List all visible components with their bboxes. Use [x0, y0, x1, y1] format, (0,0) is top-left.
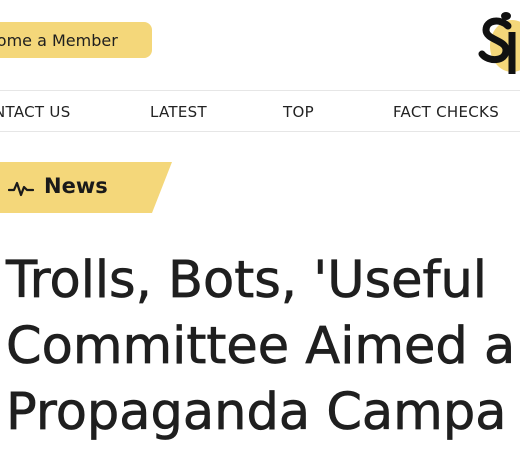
- headline-line-1: Trolls, Bots, 'Useful: [6, 251, 488, 311]
- nav-item-latest[interactable]: LATEST: [150, 91, 207, 131]
- nav-item-contact-us[interactable]: NTACT US: [0, 91, 71, 131]
- main-nav: NTACT US LATEST TOP FACT CHECKS: [0, 90, 520, 132]
- category-label: News: [44, 174, 108, 198]
- headline-line-2: Committee Aimed a: [6, 317, 516, 377]
- nav-item-fact-checks[interactable]: FACT CHECKS: [393, 91, 499, 131]
- become-member-button[interactable]: come a Member: [0, 22, 152, 58]
- pulse-icon: [8, 181, 34, 197]
- category-tag-news[interactable]: News: [0, 162, 172, 213]
- nav-item-top[interactable]: TOP: [283, 91, 314, 131]
- headline-line-3: Propaganda Campa: [6, 383, 507, 443]
- article-headline: Trolls, Bots, 'Useful Committee Aimed a …: [6, 248, 520, 446]
- site-logo[interactable]: [478, 4, 520, 74]
- logo-dot: [501, 12, 511, 20]
- become-member-label: come a Member: [0, 30, 118, 50]
